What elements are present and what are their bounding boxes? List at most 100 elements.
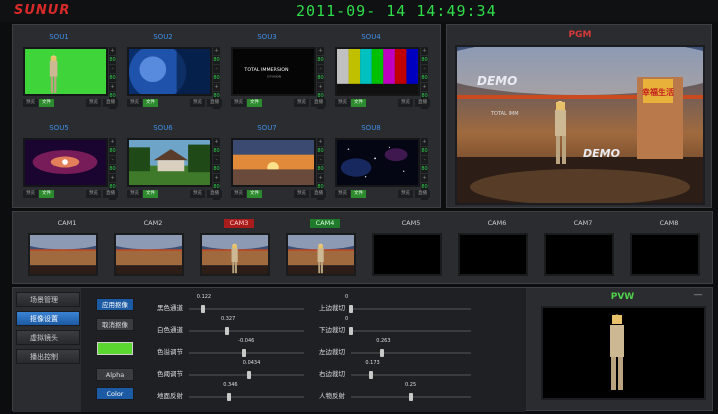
volume-down-button[interactable]: - [109, 65, 116, 73]
camera-thumbnail[interactable] [114, 233, 184, 276]
live-button[interactable]: 直播 [103, 190, 118, 198]
volume-down-button[interactable]: - [421, 65, 428, 73]
camera-thumbnail[interactable] [544, 233, 614, 276]
slider-track[interactable] [189, 396, 304, 398]
preview-button[interactable]: 预览 [398, 190, 413, 198]
preview-button[interactable]: 预览 [294, 190, 309, 198]
slider-handle[interactable] [224, 327, 229, 335]
camera-cam1[interactable]: CAM1 [25, 212, 109, 284]
camera-thumbnail[interactable] [200, 233, 270, 276]
volume-down-button[interactable]: - [421, 156, 428, 164]
source-thumbnail[interactable] [127, 138, 212, 187]
volume-down-button[interactable]: - [109, 156, 116, 164]
preview-button[interactable]: 预览 [86, 99, 101, 107]
live-button[interactable]: 直播 [207, 190, 222, 198]
live-button[interactable]: 直播 [103, 99, 118, 107]
volume-up-button[interactable]: + [213, 47, 220, 55]
pgm-screen[interactable]: 幸福生活 DEMO TOTAL IMM DEMO [455, 45, 705, 205]
live-button[interactable]: 直播 [415, 190, 430, 198]
pvw-minimize-button[interactable]: — [693, 290, 703, 300]
preview-button[interactable]: 预览 [127, 190, 142, 198]
preview-button[interactable]: 预览 [127, 99, 142, 107]
slider-track[interactable] [189, 330, 304, 332]
source-thumbnail[interactable] [335, 47, 420, 96]
camera-thumbnail[interactable] [28, 233, 98, 276]
volume-up-button[interactable]: + [317, 83, 324, 91]
camera-thumbnail[interactable] [630, 233, 700, 276]
volume-up-button[interactable]: + [213, 174, 220, 182]
slider-track[interactable] [351, 330, 471, 332]
pvw-screen[interactable] [541, 306, 706, 400]
volume-up-button[interactable]: + [213, 83, 220, 91]
slider-track[interactable] [189, 352, 304, 354]
live-button[interactable]: 直播 [207, 99, 222, 107]
preview-button[interactable]: 预览 [190, 99, 205, 107]
nav-item-3[interactable]: 虚拟镜头 [16, 330, 80, 345]
preview-button[interactable]: 预览 [335, 190, 350, 198]
source-thumbnail[interactable]: TOTAL IMMERSION D'FUSION [231, 47, 316, 96]
volume-up-button[interactable]: + [317, 138, 324, 146]
volume-up-button[interactable]: + [317, 174, 324, 182]
volume-up-button[interactable]: + [109, 47, 116, 55]
camera-thumbnail[interactable] [372, 233, 442, 276]
slider-handle[interactable] [349, 305, 353, 313]
volume-up-button[interactable]: + [213, 138, 220, 146]
volume-up-button[interactable]: + [109, 138, 116, 146]
preview-button[interactable]: 预览 [23, 99, 38, 107]
camera-thumbnail[interactable] [286, 233, 356, 276]
volume-down-button[interactable]: - [213, 156, 220, 164]
preview-button[interactable]: 预览 [294, 99, 309, 107]
slider-handle[interactable] [369, 371, 374, 379]
slider-handle[interactable] [200, 305, 205, 313]
slider-handle[interactable] [227, 393, 232, 401]
camera-cam4[interactable]: CAM4 [283, 212, 367, 284]
preview-button[interactable]: 预览 [86, 190, 101, 198]
volume-up-button[interactable]: + [421, 83, 428, 91]
source-thumbnail[interactable] [335, 138, 420, 187]
camera-cam6[interactable]: CAM6 [455, 212, 539, 284]
camera-thumbnail[interactable] [458, 233, 528, 276]
cancel-key-button[interactable]: 取消抠像 [96, 318, 134, 331]
slider-handle[interactable] [349, 327, 353, 335]
source-thumbnail[interactable] [23, 138, 108, 187]
preview-button[interactable]: 预览 [335, 99, 350, 107]
slider-handle[interactable] [246, 371, 251, 379]
slider-track[interactable] [351, 308, 471, 310]
camera-cam7[interactable]: CAM7 [541, 212, 625, 284]
key-color-swatch[interactable] [97, 342, 133, 355]
volume-down-button[interactable]: - [317, 65, 324, 73]
live-button[interactable]: 直播 [311, 99, 326, 107]
color-button[interactable]: Color [96, 387, 134, 400]
volume-up-button[interactable]: + [421, 138, 428, 146]
preview-button[interactable]: 预览 [190, 190, 205, 198]
file-button[interactable]: 文件 [247, 190, 262, 198]
preview-button[interactable]: 预览 [231, 99, 246, 107]
volume-up-button[interactable]: + [109, 83, 116, 91]
camera-cam8[interactable]: CAM8 [627, 212, 711, 284]
source-thumbnail[interactable] [231, 138, 316, 187]
nav-item-1[interactable]: 场景管理 [16, 292, 80, 307]
nav-item-4[interactable]: 播出控制 [16, 349, 80, 364]
source-thumbnail[interactable] [127, 47, 212, 96]
file-button[interactable]: 文件 [39, 99, 54, 107]
slider-handle[interactable] [380, 349, 385, 357]
preview-button[interactable]: 预览 [23, 190, 38, 198]
volume-down-button[interactable]: - [317, 156, 324, 164]
camera-cam5[interactable]: CAM5 [369, 212, 453, 284]
slider-track[interactable] [351, 352, 471, 354]
file-button[interactable]: 文件 [351, 99, 366, 107]
live-button[interactable]: 直播 [415, 99, 430, 107]
volume-up-button[interactable]: + [421, 174, 428, 182]
preview-button[interactable]: 预览 [398, 99, 413, 107]
camera-cam2[interactable]: CAM2 [111, 212, 195, 284]
camera-cam3[interactable]: CAM3 [197, 212, 281, 284]
alpha-button[interactable]: Alpha [96, 368, 134, 381]
volume-down-button[interactable]: - [213, 65, 220, 73]
live-button[interactable]: 直播 [311, 190, 326, 198]
file-button[interactable]: 文件 [39, 190, 54, 198]
volume-up-button[interactable]: + [109, 174, 116, 182]
slider-handle[interactable] [242, 349, 247, 357]
volume-up-button[interactable]: + [317, 47, 324, 55]
volume-up-button[interactable]: + [421, 47, 428, 55]
slider-track[interactable] [189, 308, 304, 310]
